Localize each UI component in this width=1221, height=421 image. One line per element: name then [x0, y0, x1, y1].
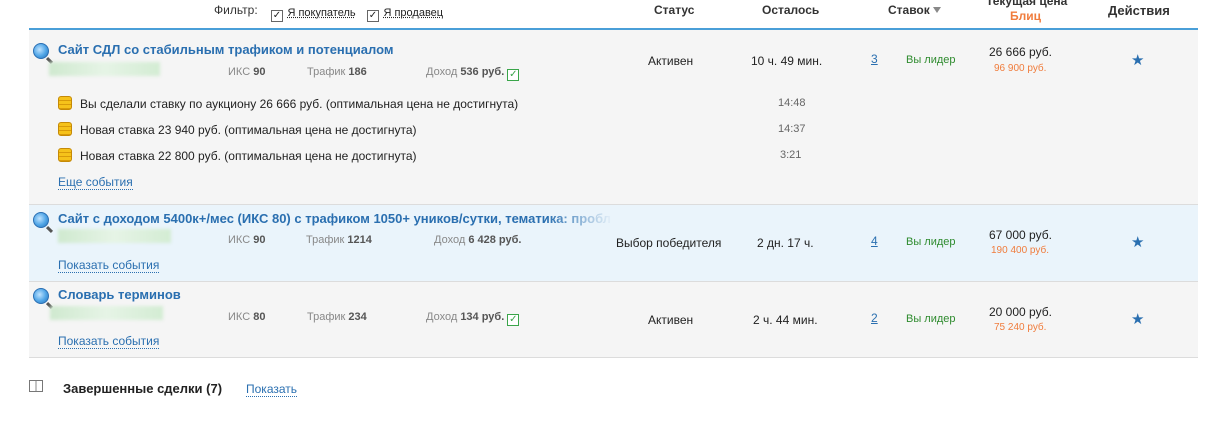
show-events-link[interactable]: Показать события	[58, 258, 160, 273]
lot-bids-link-1[interactable]: 3	[871, 52, 878, 66]
checkbox-buyer[interactable]: ✓	[271, 10, 283, 22]
event-time: 14:48	[778, 97, 806, 109]
lot-iks-1: ИКС 90	[228, 66, 266, 78]
blurred-site-url	[50, 306, 163, 320]
coins-icon	[58, 122, 72, 136]
coins-icon	[58, 96, 72, 110]
lot-iks-2: ИКС 90	[228, 234, 266, 246]
lot-remaining-1: 10 ч. 49 мин.	[751, 54, 823, 68]
site-globe-icon	[33, 288, 49, 304]
lot-price-1: 26 666 руб.	[989, 45, 1052, 59]
header-actions: Действия	[1108, 3, 1170, 18]
lot-remaining-3: 2 ч. 44 мин.	[753, 313, 818, 327]
more-events-link[interactable]: Еще события	[58, 175, 133, 190]
site-globe-icon	[33, 212, 49, 228]
header-bids[interactable]: Ставок	[888, 3, 941, 17]
blurred-site-url	[49, 62, 160, 76]
lot-traffic-1: Трафик 186	[307, 66, 367, 78]
lot-remaining-2: 2 дн. 17 ч.	[757, 236, 814, 250]
favorite-star-icon[interactable]: ★	[1131, 310, 1144, 328]
verified-check-icon: ✓	[507, 314, 520, 326]
lot-title-3[interactable]: Словарь терминов	[58, 287, 181, 302]
lot-title-2[interactable]: Сайт с доходом 5400к+/мес (ИКС 80) с тра…	[58, 211, 613, 226]
show-completed-link[interactable]: Показать	[246, 382, 298, 397]
lot-income-1: Доход 536 руб. ✓	[426, 66, 520, 81]
lot-bids-link-3[interactable]: 2	[871, 311, 878, 325]
lot-traffic-2: Трафик 1214	[306, 234, 372, 246]
favorite-star-icon[interactable]: ★	[1131, 233, 1144, 251]
event-text: Новая ставка 23 940 руб. (оптимальная це…	[80, 123, 417, 137]
filter-seller[interactable]: ✓ Я продавец	[367, 3, 443, 22]
lot-price-2: 67 000 руб.	[989, 228, 1052, 242]
show-events-link[interactable]: Показать события	[58, 334, 160, 349]
header-status: Статус	[654, 3, 695, 17]
blurred-site-url	[58, 229, 171, 243]
event-text: Новая ставка 22 800 руб. (оптимальная це…	[80, 149, 417, 163]
lot-status-1: Активен	[648, 54, 694, 68]
book-icon	[29, 380, 43, 392]
lot-leader-3: Вы лидер	[906, 313, 956, 325]
filter-buyer-label[interactable]: Я покупатель	[287, 7, 355, 19]
lot-iks-3: ИКС 80	[228, 311, 266, 323]
lot-blitz-price-2: 190 400 руб.	[991, 245, 1049, 256]
header-bids-label[interactable]: Ставок	[888, 3, 930, 17]
lot-income-2: Доход 6 428 руб.	[434, 234, 522, 246]
lot-blitz-price-3: 75 240 руб.	[994, 322, 1047, 333]
checkbox-seller[interactable]: ✓	[367, 10, 379, 22]
filter-buyer[interactable]: ✓ Я покупатель	[271, 3, 356, 22]
lot-status-2: Выбор победителя	[616, 236, 722, 250]
event-time: 14:37	[778, 123, 806, 135]
header-current-price: Текущая цена	[986, 0, 1068, 8]
lot-blitz-price-1: 96 900 руб.	[994, 63, 1047, 74]
coins-icon	[58, 148, 72, 162]
event-time: 3:21	[780, 149, 802, 161]
lot-traffic-3: Трафик 234	[307, 311, 367, 323]
completed-deals-label: Завершенные сделки (7)	[63, 381, 223, 396]
lot-price-3: 20 000 руб.	[989, 305, 1052, 319]
lot-title-1[interactable]: Сайт СДЛ со стабильным трафиком и потенц…	[58, 42, 393, 57]
lot-status-3: Активен	[648, 313, 694, 327]
filter-seller-label[interactable]: Я продавец	[383, 7, 443, 19]
lot-leader-2: Вы лидер	[906, 236, 956, 248]
filter-label: Фильтр:	[214, 3, 258, 17]
lot-bids-link-2[interactable]: 4	[871, 234, 878, 248]
favorite-star-icon[interactable]: ★	[1131, 51, 1144, 69]
header-remaining: Осталось	[762, 3, 820, 17]
lot-leader-1: Вы лидер	[906, 54, 956, 66]
site-globe-icon	[33, 43, 49, 59]
event-text: Вы сделали ставку по аукциону 26 666 руб…	[80, 97, 519, 111]
filter-funnel-icon[interactable]	[932, 7, 941, 13]
verified-check-icon: ✓	[507, 69, 520, 81]
lot-row-3	[29, 282, 1198, 358]
header-blitz: Блиц	[1010, 9, 1042, 23]
lot-income-3: Доход 134 руб. ✓	[426, 311, 520, 326]
